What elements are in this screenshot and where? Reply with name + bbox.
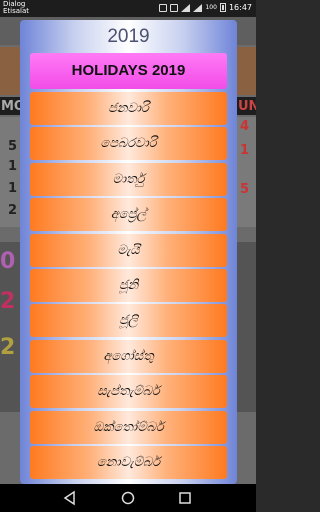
year-label: 2019: [107, 26, 150, 47]
month-item-march[interactable]: මාර්තු: [30, 162, 227, 196]
month-item-august[interactable]: අගෝස්තු: [30, 339, 227, 373]
month-item-may[interactable]: මැයි: [30, 233, 227, 267]
bg-big-label-1: 2: [0, 289, 16, 314]
battery-icon: [219, 3, 226, 12]
signal-icon: [181, 3, 191, 12]
month-item-april[interactable]: අප්‍රේල්: [30, 198, 227, 232]
month-item-june[interactable]: ජූනි: [30, 268, 227, 302]
holidays-dialog: 2019 HOLIDAYS 2019 ජනවාරි පෙබරවාරි මාර්ත…: [20, 20, 237, 484]
clock: 16:47: [228, 3, 252, 12]
bg-right-label-0: UN: [238, 99, 256, 114]
bg-right-label-2: 1: [240, 143, 250, 158]
bg-right-label-3: 5: [240, 182, 250, 197]
image-icon: [170, 3, 179, 12]
bg-big-label-2: 2: [0, 335, 16, 360]
navigation-bar: [0, 484, 256, 512]
screen: Dialog Etisalat 100 16:47 MO 5 1 1 2 UN …: [0, 0, 256, 512]
notification-icon: [159, 3, 168, 12]
status-bar: Dialog Etisalat 100 16:47: [0, 0, 256, 17]
home-icon[interactable]: [120, 490, 136, 506]
month-list: ජනවාරි පෙබරවාරි මාර්තු අප්‍රේල් මැයි ජූන…: [30, 92, 227, 481]
month-item-february[interactable]: පෙබරවාරි: [30, 127, 227, 161]
bg-left-label-4: 2: [8, 203, 18, 218]
month-item-november[interactable]: නොවැම්බර්: [30, 445, 227, 479]
bg-big-label-0: 0: [0, 249, 16, 274]
battery-level: 100: [205, 4, 217, 11]
dialog-title: HOLIDAYS 2019: [30, 53, 227, 89]
back-icon[interactable]: [62, 490, 78, 506]
signal-icon-2: [193, 3, 203, 12]
bg-right-label-1: 4: [240, 119, 250, 134]
month-item-october[interactable]: ඔක්තෝම්බර්: [30, 410, 227, 444]
carrier-line-2: Etisalat: [3, 7, 30, 15]
bg-left-label-2: 1: [8, 159, 18, 174]
month-item-september[interactable]: සැප්තැම්බර්: [30, 375, 227, 409]
status-icons: 100 16:47: [159, 3, 252, 12]
bg-left-label-3: 1: [8, 181, 18, 196]
bg-left-label-1: 5: [8, 139, 18, 154]
recents-icon[interactable]: [177, 490, 193, 506]
carrier-text: Dialog Etisalat: [3, 1, 29, 15]
month-item-july[interactable]: ජූලි: [30, 304, 227, 338]
month-item-january[interactable]: ජනවාරි: [30, 92, 227, 125]
